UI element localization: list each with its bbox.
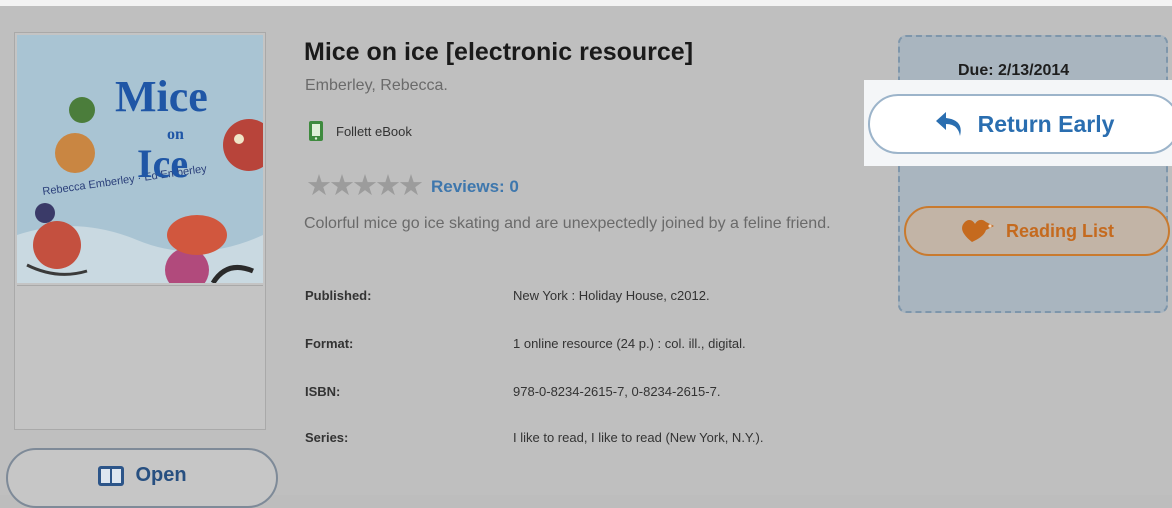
reading-list-label: Reading List <box>1005 220 1114 241</box>
book-open-icon <box>98 466 125 486</box>
cover-divider <box>17 285 263 286</box>
book-summary: Colorful mice go ice skating and are une… <box>304 215 831 232</box>
meta-value[interactable]: I like to read, I like to read (New York… <box>513 430 764 445</box>
meta-value: 1 online resource (24 p.) : col. ill., d… <box>513 336 746 351</box>
cover-title-ice: Ice <box>137 141 188 186</box>
meta-key: Format: <box>305 336 354 351</box>
rating-stars[interactable]: ★★★★★ <box>306 172 424 201</box>
heart-tag-icon <box>962 219 994 242</box>
cover-illustration: Rebecca Emberley · Ed Emberley Mice on I… <box>17 35 263 283</box>
top-border <box>0 0 1172 6</box>
reviews-link[interactable]: Reviews: 0 <box>431 177 519 197</box>
meta-value: 978-0-8234-2615-7, 0-8234-2615-7. <box>513 384 721 399</box>
open-button[interactable]: Open <box>6 448 278 508</box>
meta-value: New York : Holiday House, c2012. <box>513 288 710 303</box>
due-date: Due: 2/13/2014 <box>958 62 1070 79</box>
reading-list-button[interactable]: Reading List <box>904 206 1170 256</box>
cover-title-mice: Mice <box>115 72 208 121</box>
open-button-label: Open <box>135 464 187 486</box>
rating-row: ★★★★★ Reviews: 0 <box>306 172 519 201</box>
meta-key: ISBN: <box>305 384 341 399</box>
meta-key: Published: <box>305 288 372 303</box>
book-title: Mice on ice [electronic resource] <box>304 38 694 66</box>
ebook-icon <box>309 121 323 141</box>
meta-key: Series: <box>305 430 349 445</box>
return-early-button[interactable]: Return Early <box>868 94 1172 154</box>
cover-panel: Rebecca Emberley · Ed Emberley Mice on I… <box>14 32 266 430</box>
return-early-label: Return Early <box>977 110 1115 137</box>
format-label: Follett eBook <box>336 123 412 139</box>
book-author[interactable]: Emberley, Rebecca. <box>305 77 448 95</box>
book-cover-image[interactable]: Rebecca Emberley · Ed Emberley Mice on I… <box>17 35 263 283</box>
format-row: Follett eBook <box>308 120 412 142</box>
undo-arrow-icon <box>935 112 961 136</box>
